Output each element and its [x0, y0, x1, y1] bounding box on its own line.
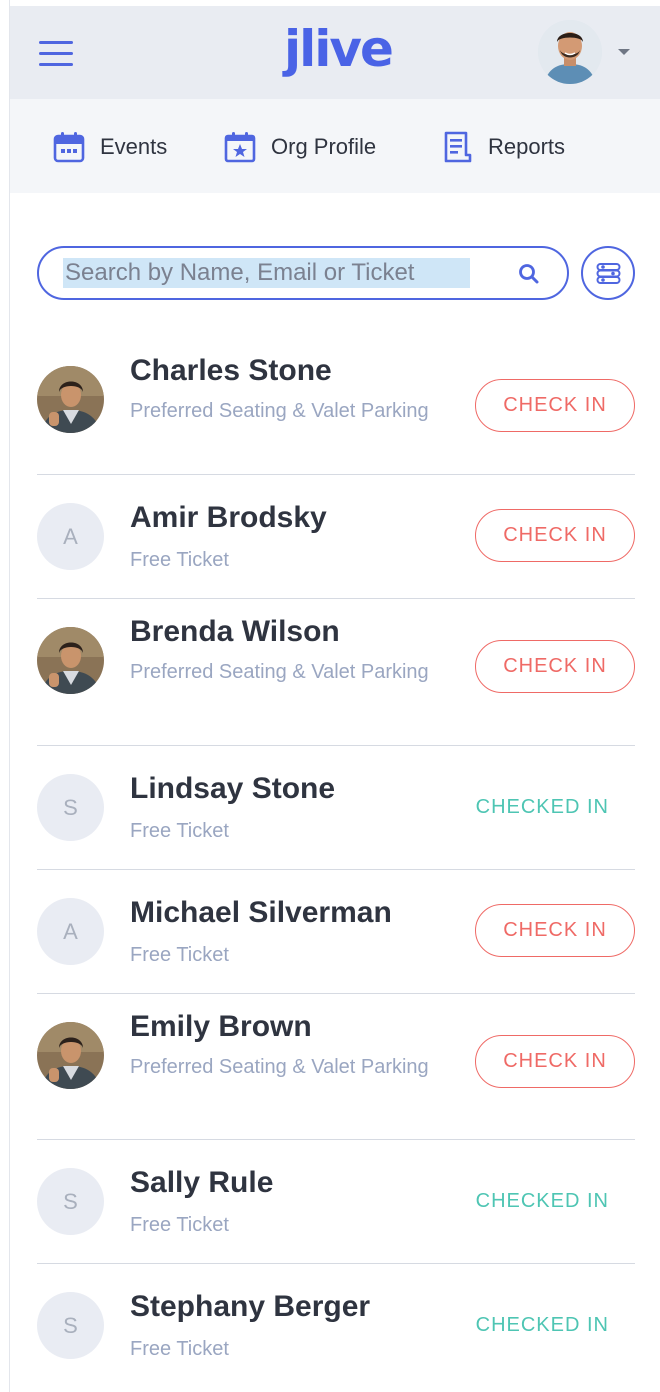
top-bar: jlive [10, 6, 660, 99]
attendee-name: Emily Brown [130, 1010, 312, 1043]
attendee-ticket-type: Preferred Seating & Valet Parking [130, 661, 429, 683]
caret-down-icon[interactable] [618, 49, 630, 55]
search-icon[interactable] [517, 262, 541, 286]
check-in-button[interactable]: CHECK IN [475, 640, 635, 693]
attendee-ticket-type: Free Ticket [130, 944, 229, 966]
attendee-avatar-initial: A [37, 503, 104, 570]
attendee-avatar-initial: S [37, 1168, 104, 1235]
attendee-avatar-initial: S [37, 1292, 104, 1359]
attendee-ticket-type: Free Ticket [130, 820, 229, 842]
check-in-button[interactable]: CHECK IN [475, 904, 635, 957]
attendee-avatar-initial: A [37, 898, 104, 965]
attendee-name: Stephany Berger [130, 1290, 371, 1323]
attendee-ticket-type: Free Ticket [130, 1338, 229, 1360]
check-in-button[interactable]: CHECK IN [475, 509, 635, 562]
checked-in-status: CHECKED IN [475, 1314, 609, 1336]
check-in-button[interactable]: CHECK IN [475, 1035, 635, 1088]
nav-item-reports[interactable]: Reports [440, 129, 565, 165]
attendee-row[interactable]: Brenda Wilson Preferred Seating & Valet P… [37, 599, 635, 746]
attendee-name: Charles Stone [130, 354, 332, 387]
attendee-row[interactable]: Charles Stone Preferred Seating & Valet P… [37, 338, 635, 475]
attendee-row[interactable]: Emily Brown Preferred Seating & Valet Par… [37, 994, 635, 1140]
user-avatar[interactable] [538, 20, 602, 84]
attendee-name: Michael Silverman [130, 896, 392, 929]
attendee-row[interactable]: S Stephany Berger Free Ticket CHECKED IN [37, 1264, 635, 1388]
attendee-row[interactable]: S Lindsay Stone Free Ticket CHECKED IN [37, 746, 635, 870]
hamburger-icon[interactable] [39, 39, 75, 67]
user-avatar-image [538, 20, 602, 84]
attendee-name: Lindsay Stone [130, 772, 336, 805]
nav-item-org-profile[interactable]: Org Profile [223, 129, 376, 165]
attendee-name: Sally Rule [130, 1166, 274, 1199]
checked-in-status: CHECKED IN [475, 1190, 609, 1212]
filter-button[interactable] [581, 246, 635, 300]
star-calendar-icon [224, 132, 256, 163]
filter-icon [596, 263, 621, 284]
calendar-icon [53, 132, 85, 163]
attendee-row[interactable]: A Amir Brodsky Free Ticket CHECK IN [37, 475, 635, 599]
attendee-name: Brenda Wilson [130, 615, 340, 648]
checked-in-status: CHECKED IN [475, 796, 609, 818]
search-input[interactable] [65, 258, 485, 288]
nav-label-events: Events [100, 134, 168, 159]
search-box [37, 246, 569, 300]
check-in-button[interactable]: CHECK IN [475, 379, 635, 432]
attendee-ticket-type: Free Ticket [130, 1214, 229, 1236]
nav-label-reports: Reports [488, 134, 566, 159]
attendee-avatar-photo [37, 627, 104, 694]
nav-label-org-profile: Org Profile [271, 134, 377, 159]
nav-bar: Events Org Profile Reports [10, 99, 660, 193]
attendee-ticket-type: Free Ticket [130, 549, 229, 571]
attendee-ticket-type: Preferred Seating & Valet Parking [130, 1056, 429, 1078]
app-frame: jlive Events Org Profile Reports Search … [9, 0, 660, 1392]
attendee-avatar-photo [37, 1022, 104, 1089]
attendee-avatar-photo [37, 366, 104, 433]
attendee-avatar-initial: S [37, 774, 104, 841]
nav-item-events[interactable]: Events [52, 129, 167, 165]
app-logo[interactable]: jlive [284, 20, 394, 78]
attendee-ticket-type: Preferred Seating & Valet Parking [130, 400, 429, 422]
attendee-row[interactable]: A Michael Silverman Free Ticket CHECK IN [37, 870, 635, 994]
report-icon [444, 131, 472, 163]
attendee-row[interactable]: S Sally Rule Free Ticket CHECKED IN [37, 1140, 635, 1264]
attendee-name: Amir Brodsky [130, 501, 327, 534]
